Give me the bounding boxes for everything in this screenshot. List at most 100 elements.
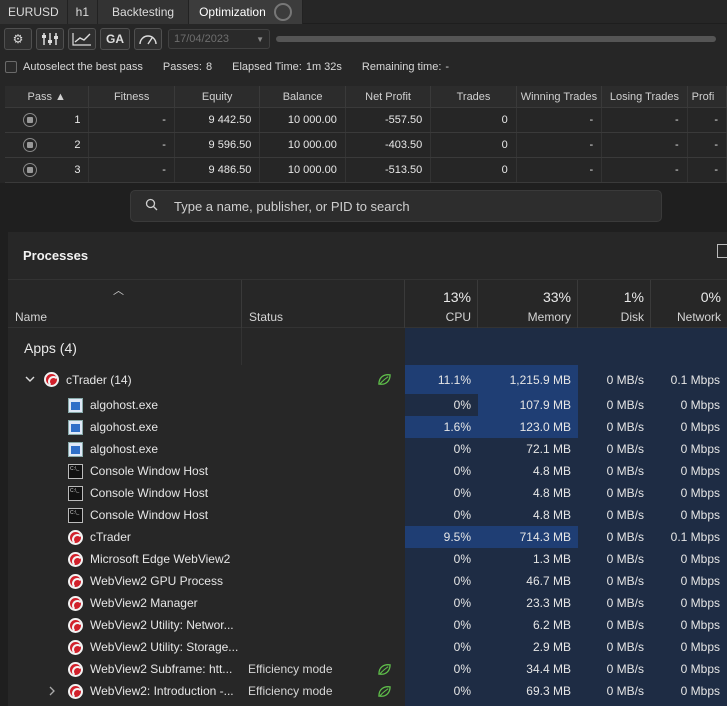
- column-cpu[interactable]: 13% CPU: [405, 280, 478, 328]
- process-mem: 46.7 MB: [526, 574, 571, 588]
- process-net: 0 Mbps: [680, 684, 720, 698]
- optimization-status-bar: Autoselect the best pass Passes: 8 Elaps…: [0, 56, 727, 78]
- pass-select-radio[interactable]: [5, 133, 54, 157]
- ctrader-optimization-panel: EURUSD h1 Backtesting Optimization ⚙ GA …: [0, 0, 727, 183]
- column-status[interactable]: Status: [242, 280, 405, 328]
- process-name: Microsoft Edge WebView2: [68, 548, 240, 570]
- column-winning-trades[interactable]: Winning Trades: [517, 86, 603, 107]
- results-cell: -557.50: [346, 108, 432, 132]
- speedometer-icon: [139, 35, 157, 45]
- process-row[interactable]: Microsoft Edge WebView2 0% 1.3 MB 0 MB/s 0 M…: [8, 548, 727, 570]
- process-name-label: Microsoft Edge WebView2: [90, 552, 231, 566]
- column-profit-factor[interactable]: Profi: [688, 86, 727, 107]
- results-cell: 10 000.00: [260, 133, 346, 157]
- process-status: [248, 548, 405, 570]
- column-equity[interactable]: Equity: [175, 86, 261, 107]
- process-row[interactable]: WebView2 Utility: Storage... 0% 2.9 MB 0 MB…: [8, 636, 727, 658]
- process-net: 0 Mbps: [680, 486, 720, 500]
- window-icon[interactable]: [717, 244, 727, 258]
- results-cell: -: [89, 158, 175, 182]
- processes-list: Apps (4) cTrader (14) 11.1% 1,215.9 MB 0 MB…: [8, 328, 727, 706]
- results-table-row[interactable]: 2-9 596.50 10 000.00 -403.50 0- - -: [5, 133, 727, 158]
- process-disk: 0 MB/s: [606, 596, 644, 610]
- tab-backtesting[interactable]: Backtesting: [98, 0, 190, 24]
- process-cpu: 0%: [453, 442, 471, 456]
- date-picker[interactable]: 17/04/2023 ▼: [168, 29, 270, 49]
- column-memory-label: Memory: [527, 310, 571, 324]
- speed-button[interactable]: [134, 28, 162, 50]
- ctrader-app-icon: [68, 595, 83, 611]
- tab-timeframe-label: h1: [75, 5, 90, 19]
- results-cell: 10 000.00: [260, 158, 346, 182]
- process-cpu: 0%: [453, 486, 471, 500]
- process-net: 0 Mbps: [680, 640, 720, 654]
- column-net-profit[interactable]: Net Profit: [346, 86, 432, 107]
- efficiency-leaf-icon: [378, 663, 391, 675]
- search-placeholder: Type a name, publisher, or PID to search: [174, 198, 410, 214]
- process-row[interactable]: algohost.exe 0% 72.1 MB 0 MB/s 0 Mbps: [8, 438, 727, 460]
- chevron-right-icon[interactable]: [49, 680, 56, 702]
- sort-ascending-icon: ︿: [113, 285, 124, 297]
- process-net: 0 Mbps: [680, 464, 720, 478]
- process-name: WebView2 Utility: Networ...: [68, 614, 240, 636]
- column-balance[interactable]: Balance: [260, 86, 346, 107]
- results-cell: -: [89, 133, 175, 157]
- search-input[interactable]: Type a name, publisher, or PID to search: [130, 190, 662, 222]
- ga-label: GA: [106, 32, 124, 46]
- console-icon: C:\_: [68, 507, 83, 523]
- column-losing-trades[interactable]: Losing Trades: [602, 86, 688, 107]
- process-row[interactable]: C:\_ Console Window Host 0% 4.8 MB 0 MB/s 0 M…: [8, 504, 727, 526]
- memory-total: 33%: [542, 289, 571, 305]
- process-name: algohost.exe: [68, 438, 240, 460]
- window-app-icon: [68, 397, 83, 413]
- results-table-row[interactable]: 3-9 486.50 10 000.00 -513.50 0- - -: [5, 158, 727, 183]
- process-row[interactable]: algohost.exe 0% 107.9 MB 0 MB/s 0 Mbps: [8, 394, 727, 416]
- process-group-row[interactable]: cTrader (14) 11.1% 1,215.9 MB 0 MB/s 0.1 Mbp…: [8, 365, 727, 394]
- parameters-button[interactable]: [36, 28, 64, 50]
- process-net: 0.1 Mbps: [670, 530, 720, 544]
- process-name: cTrader (14): [44, 365, 240, 394]
- pass-select-radio[interactable]: [5, 158, 54, 182]
- chart-button[interactable]: [68, 28, 96, 50]
- process-row[interactable]: WebView2 Subframe: htt... Efficiency mode…: [8, 658, 727, 680]
- process-row[interactable]: WebView2: Introduction -... Efficiency mo…: [8, 680, 727, 702]
- process-row[interactable]: C:\_ Console Window Host 0% 4.8 MB 0 MB/s 0 M…: [8, 460, 727, 482]
- column-name[interactable]: ︿ Name: [8, 280, 242, 328]
- ctrader-toolbar: ⚙ GA 17/04/2023 ▼: [0, 26, 727, 52]
- process-name: WebView2: Introduction -...: [68, 680, 240, 702]
- process-row[interactable]: WebView2 GPU Process 0% 46.7 MB 0 MB/s 0 Mbp…: [8, 570, 727, 592]
- process-row[interactable]: cTrader 9.5% 714.3 MB 0 MB/s 0.1 Mbps: [8, 526, 727, 548]
- column-disk[interactable]: 1% Disk: [578, 280, 651, 328]
- tab-symbol[interactable]: EURUSD: [0, 0, 68, 24]
- column-network[interactable]: 0% Network: [651, 280, 727, 328]
- autoselect-checkbox[interactable]: [5, 61, 17, 73]
- pass-select-radio[interactable]: [5, 108, 54, 132]
- process-name: WebView2 Utility: Storage...: [68, 636, 240, 658]
- settings-button[interactable]: ⚙: [4, 28, 32, 50]
- process-row[interactable]: WebView2 Utility: Networ... 0% 6.2 MB 0 MB/…: [8, 614, 727, 636]
- ga-button[interactable]: GA: [100, 28, 130, 50]
- column-name-label: Name: [15, 310, 48, 324]
- process-row[interactable]: C:\_ Console Window Host 0% 4.8 MB 0 MB/s 0 M…: [8, 482, 727, 504]
- column-fitness[interactable]: Fitness: [89, 86, 175, 107]
- ctrader-app-icon: [68, 573, 83, 589]
- chevron-down-icon[interactable]: [25, 365, 35, 394]
- spinner-icon: [273, 3, 292, 21]
- column-pass[interactable]: Pass ▲: [5, 86, 90, 107]
- process-disk: 0 MB/s: [606, 420, 644, 434]
- column-trades[interactable]: Trades: [431, 86, 517, 107]
- window-app-icon: [68, 419, 83, 435]
- process-net: 0 Mbps: [680, 662, 720, 676]
- process-row[interactable]: algohost.exe 1.6% 123.0 MB 0 MB/s 0 Mbps: [8, 416, 727, 438]
- process-row[interactable]: WebView2 Manager 0% 23.3 MB 0 MB/s 0 Mbps: [8, 592, 727, 614]
- column-memory[interactable]: 33% Memory: [478, 280, 578, 328]
- process-disk: 0 MB/s: [606, 552, 644, 566]
- tab-timeframe[interactable]: h1: [67, 0, 99, 24]
- process-cpu: 9.5%: [405, 526, 478, 548]
- results-table-row[interactable]: 1-9 442.50 10 000.00 -557.50 0- - -: [5, 108, 727, 133]
- sliders-icon: [42, 33, 58, 45]
- tab-optimization[interactable]: Optimization: [189, 0, 303, 24]
- process-name-label: cTrader: [90, 530, 131, 544]
- process-status: [248, 438, 405, 460]
- efficiency-leaf-icon: [378, 374, 391, 385]
